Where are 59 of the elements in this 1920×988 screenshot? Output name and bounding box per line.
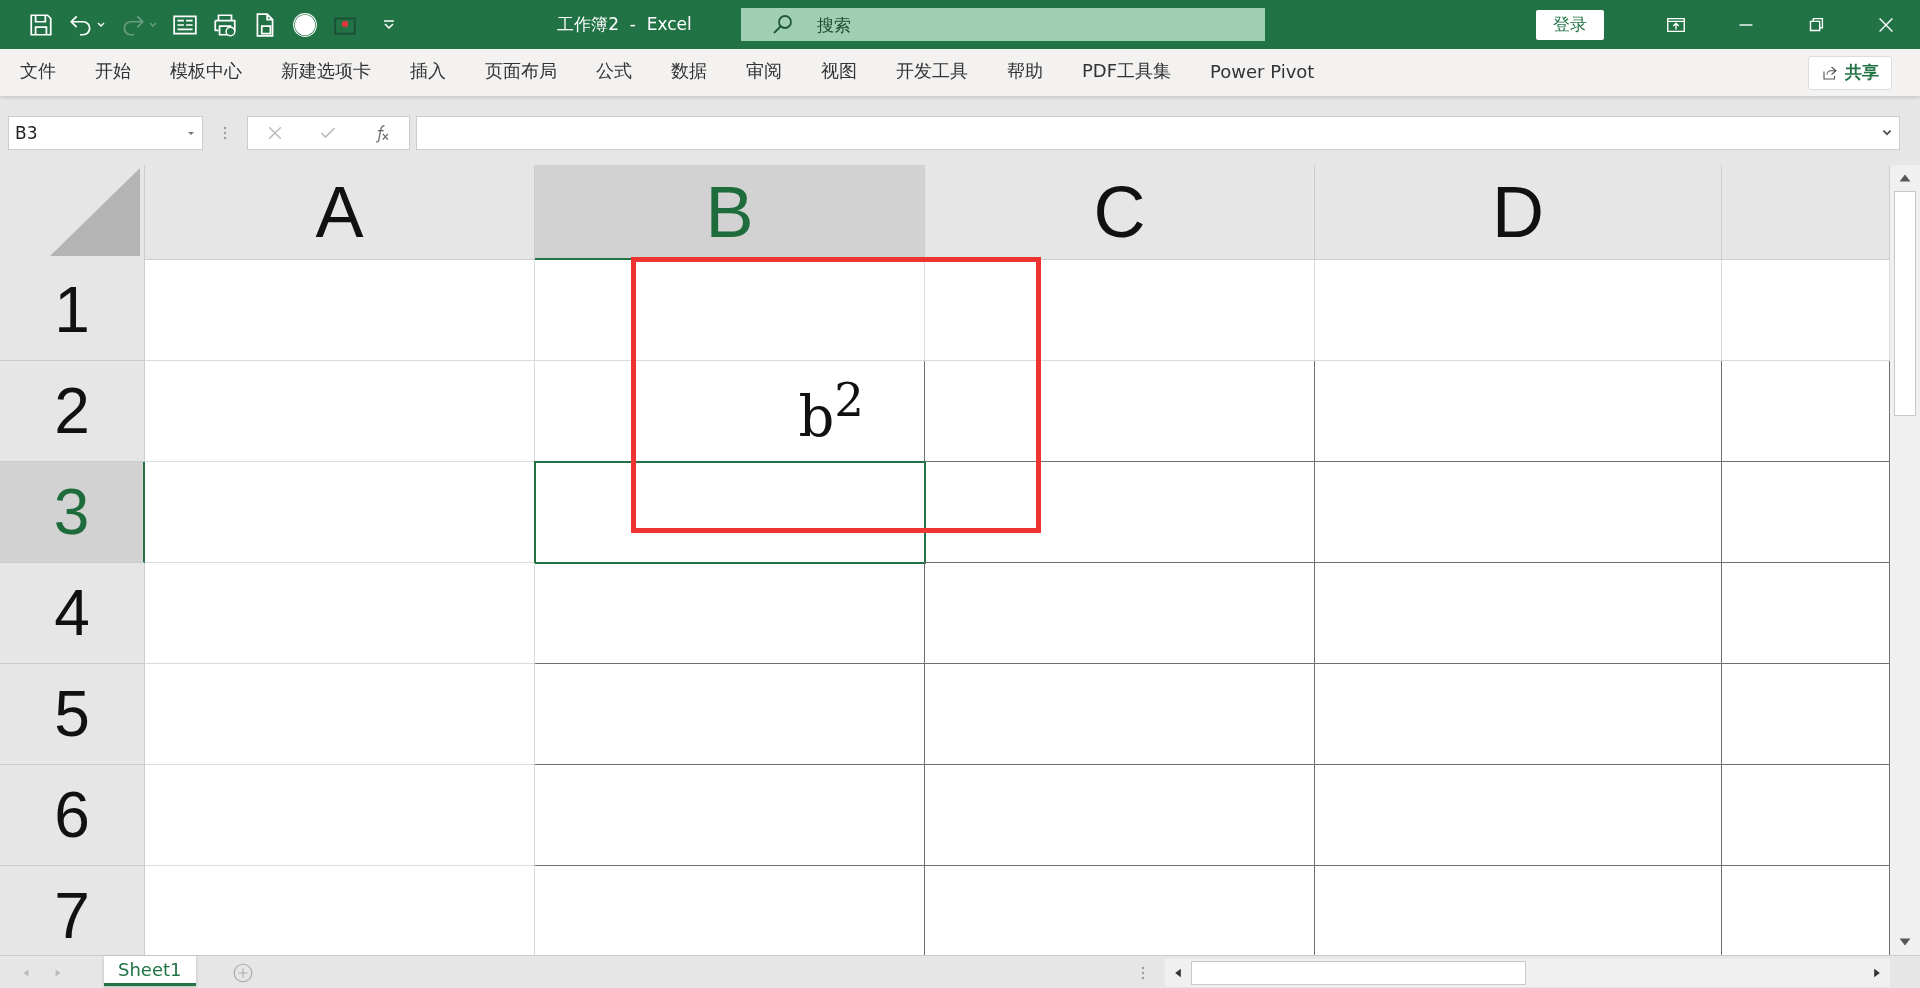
search-input[interactable]: 搜索	[815, 13, 1038, 36]
menu-tab[interactable]: 模板中心	[170, 59, 242, 86]
menu-tab[interactable]: 开发工具	[896, 59, 968, 86]
menu-tab[interactable]: 数据	[671, 59, 707, 86]
save-icon[interactable]	[28, 11, 54, 38]
table-cell[interactable]	[535, 765, 925, 866]
column-header[interactable]: D	[1315, 165, 1722, 260]
menu-tab[interactable]: 开始	[95, 59, 131, 86]
row-header[interactable]: 7	[0, 866, 145, 955]
menu-tab[interactable]: PDF工具集	[1082, 59, 1172, 86]
formula-input[interactable]	[416, 115, 1900, 150]
print-icon[interactable]	[212, 11, 238, 38]
table-cell[interactable]	[535, 664, 925, 765]
scroll-thumb[interactable]	[1191, 960, 1526, 985]
table-cell[interactable]	[1315, 361, 1722, 462]
table-cell[interactable]	[535, 462, 925, 563]
search-bar[interactable]: 搜索	[741, 8, 1265, 41]
menu-tab[interactable]: 新建选项卡	[281, 59, 371, 86]
drag-handle-icon[interactable]	[1141, 964, 1145, 981]
share-button[interactable]: 共享	[1808, 55, 1892, 90]
menu-tab[interactable]: Power Pivot	[1210, 60, 1315, 85]
circle-icon[interactable]	[292, 11, 318, 38]
row-header[interactable]: 4	[0, 563, 145, 664]
table-cell[interactable]	[1315, 462, 1722, 563]
table-cell[interactable]	[1315, 664, 1722, 765]
sheet-tab[interactable]: Sheet1	[104, 955, 196, 986]
horizontal-scrollbar[interactable]	[1165, 958, 1890, 987]
table-cell[interactable]	[925, 361, 1315, 462]
column-header[interactable]: B	[535, 165, 925, 260]
menu-tab[interactable]: 插入	[410, 59, 446, 86]
add-sheet-icon[interactable]	[231, 961, 254, 984]
table-cell[interactable]	[535, 563, 925, 664]
login-button[interactable]: 登录	[1536, 9, 1604, 40]
row-header[interactable]: 2	[0, 361, 145, 462]
table-cell[interactable]: b$^{2}$	[535, 361, 925, 462]
cell-value: b$^{2}$	[798, 373, 864, 449]
column-header[interactable]: C	[925, 165, 1315, 260]
table-cell[interactable]	[1315, 563, 1722, 664]
menu-tab[interactable]: 文件	[20, 59, 56, 86]
menu-tab[interactable]: 审阅	[746, 59, 782, 86]
table-cell[interactable]	[925, 765, 1315, 866]
drag-handle-icon[interactable]	[223, 124, 227, 141]
table-cell[interactable]	[925, 563, 1315, 664]
menu-tab[interactable]: 帮助	[1007, 59, 1043, 86]
menu-tab[interactable]: 视图	[821, 59, 857, 86]
table-cell[interactable]	[1315, 765, 1722, 866]
row-header[interactable]: 1	[0, 260, 145, 361]
scroll-thumb[interactable]	[1894, 191, 1916, 416]
row-header[interactable]: 6	[0, 765, 145, 866]
window-title: 工作簿2 - Excel	[556, 13, 693, 36]
row-header[interactable]: 5	[0, 664, 145, 765]
name-box[interactable]: B3	[8, 115, 203, 150]
customize-icon[interactable]	[382, 17, 396, 32]
menu-tab[interactable]: 页面布局	[485, 59, 557, 86]
menu-tab[interactable]: 公式	[596, 59, 632, 86]
table-cell[interactable]	[925, 462, 1315, 563]
table-cell[interactable]	[925, 664, 1315, 765]
row-header[interactable]: 3	[0, 462, 145, 563]
vertical-scrollbar[interactable]	[1890, 165, 1920, 955]
